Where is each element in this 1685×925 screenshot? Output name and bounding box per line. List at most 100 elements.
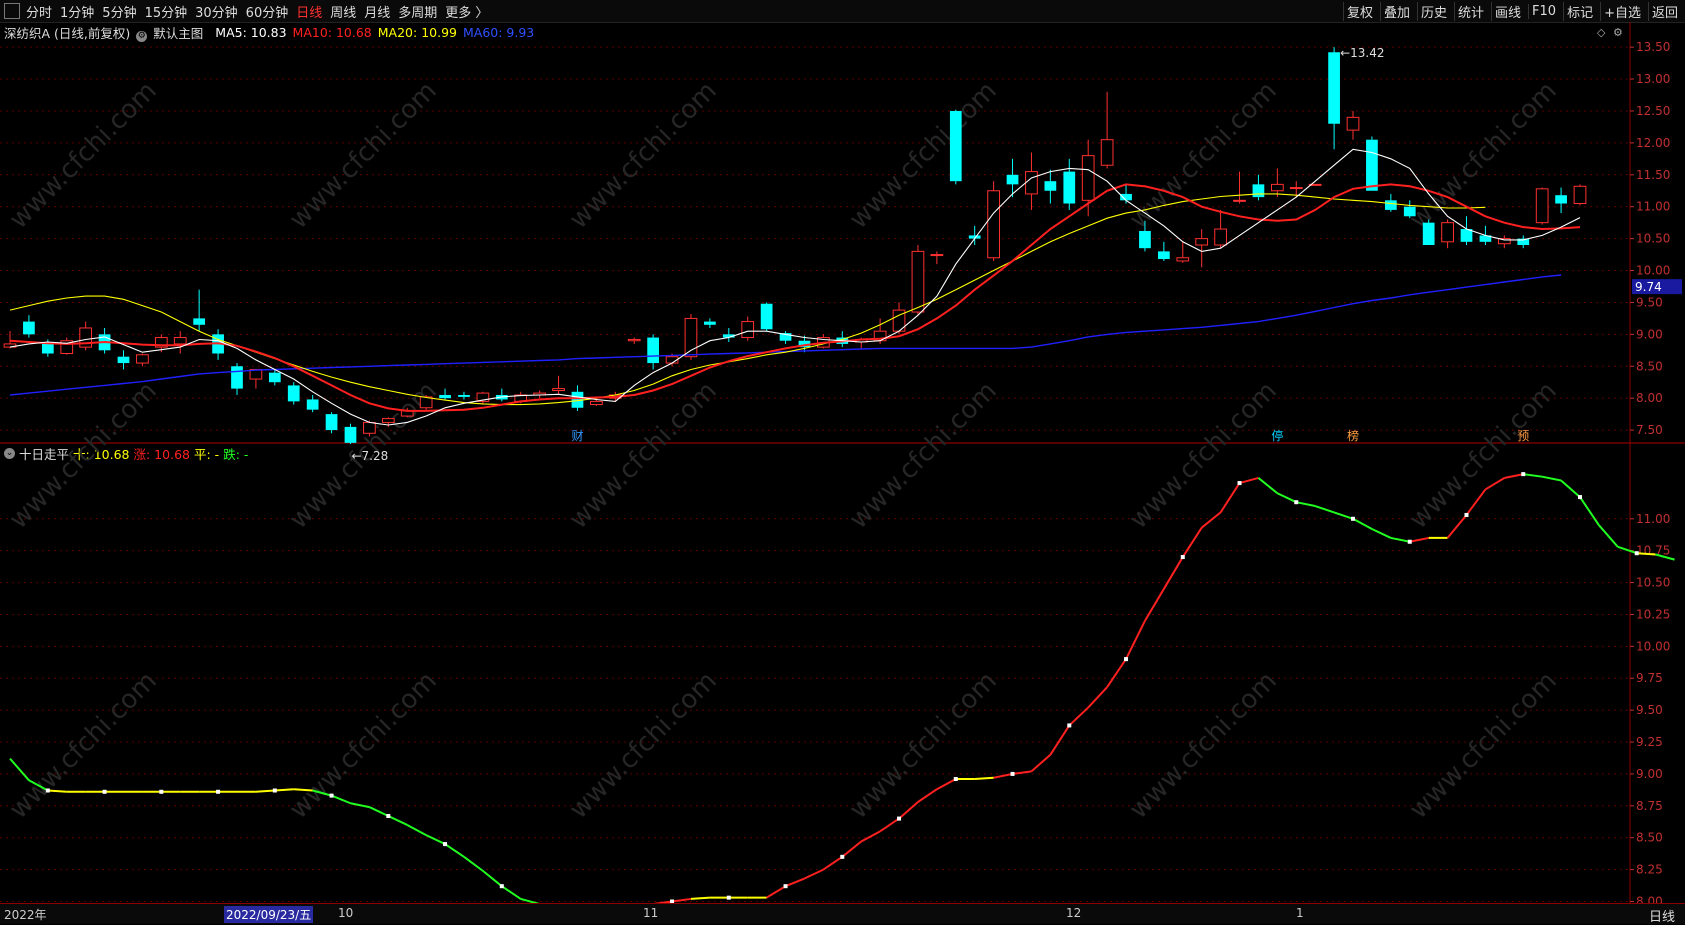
price-tick-label: 9.00 xyxy=(1636,327,1663,341)
watermark-text: www.cfchi.com xyxy=(284,666,443,825)
sub-segment xyxy=(1579,496,1600,526)
sub-segment xyxy=(1371,528,1392,539)
sub-segment xyxy=(1106,658,1127,688)
sub-segment xyxy=(1636,552,1656,556)
candle-body xyxy=(1120,193,1132,201)
sub-segment xyxy=(1504,473,1524,479)
candle-body xyxy=(173,337,187,345)
sub-tick-label: 9.75 xyxy=(1636,671,1663,685)
year-label: 2022年 xyxy=(4,908,47,922)
kline-chart[interactable]: 13.50 13.00 12.50 12.00 11.50 11.00 10.50 10.00… xyxy=(0,0,1685,903)
event-marker: 榜 xyxy=(1347,428,1359,443)
sub-tick-label: 10.25 xyxy=(1636,607,1670,621)
sub-segment xyxy=(804,868,824,880)
sub-segment xyxy=(860,830,881,843)
sub-segment xyxy=(425,834,446,845)
month-label: 10 xyxy=(338,906,354,920)
candle-body xyxy=(627,338,641,342)
candle-body xyxy=(1573,185,1587,205)
candle-body xyxy=(136,354,149,364)
sub-segment xyxy=(1352,517,1373,530)
sub-segment xyxy=(1484,477,1505,491)
sub-segment xyxy=(917,788,938,803)
sub-segment xyxy=(1296,501,1316,508)
sub-point xyxy=(1634,551,1639,556)
sub-segment xyxy=(1390,536,1410,543)
sub-tick-label: 10.00 xyxy=(1636,639,1670,653)
price-tick-label: 13.50 xyxy=(1636,40,1670,54)
sub-segment xyxy=(1162,556,1184,590)
sub-segment xyxy=(1087,686,1108,709)
sub-tick-label: 10.50 xyxy=(1636,576,1670,590)
sub-segment xyxy=(1314,505,1335,514)
sub-segment xyxy=(47,789,67,793)
price-tick-label: 10.00 xyxy=(1636,264,1670,278)
candle-body xyxy=(1289,187,1303,190)
sub-segment xyxy=(1409,536,1429,543)
candle-body xyxy=(117,356,130,364)
candle-body xyxy=(1384,200,1397,210)
sub-point xyxy=(840,854,845,859)
sub-segment xyxy=(1523,473,1543,478)
candle-body xyxy=(193,318,206,325)
sub-segment xyxy=(1541,475,1562,482)
sub-segment xyxy=(1068,706,1089,727)
sub-segment xyxy=(274,788,294,792)
sub-segment xyxy=(993,772,1013,779)
sub-segment xyxy=(690,896,710,900)
candle-body xyxy=(930,254,944,257)
sub-tick-label: 11.00 xyxy=(1636,512,1670,526)
watermark-text: www.cfchi.com xyxy=(1404,376,1563,535)
candle-body xyxy=(306,399,319,410)
candle-body xyxy=(1214,228,1227,246)
sub-segment xyxy=(463,856,484,872)
candle-body xyxy=(458,394,470,397)
sub-segment xyxy=(501,885,522,900)
sub-point xyxy=(329,793,334,798)
sub-segment xyxy=(1201,511,1222,529)
sub-point xyxy=(783,884,788,889)
sub-point xyxy=(1407,539,1412,544)
candle-body xyxy=(1403,206,1416,217)
watermark-text: www.cfchi.com xyxy=(4,666,163,825)
sub-segment xyxy=(1030,754,1052,773)
event-marker: 财 xyxy=(571,429,583,443)
low-annotation: ←7.28 xyxy=(351,449,388,463)
sub-point xyxy=(897,816,902,821)
candle-body xyxy=(1346,116,1360,131)
price-tick-label: 11.50 xyxy=(1636,168,1670,182)
month-label: 1 xyxy=(1296,906,1304,920)
sub-segment xyxy=(1276,492,1297,504)
period-indicator[interactable]: 日线 xyxy=(1649,906,1675,925)
candle-body xyxy=(231,366,243,389)
sub-point xyxy=(443,842,448,847)
sub-segment xyxy=(368,806,389,817)
sub-segment xyxy=(1181,527,1203,558)
candle-body xyxy=(268,372,281,383)
sub-segment xyxy=(1125,620,1146,660)
sub-point xyxy=(1067,723,1072,728)
sub-segment xyxy=(350,802,370,809)
price-tick-label: 9.50 xyxy=(1636,295,1663,309)
candle-body xyxy=(363,421,376,434)
sub-tick-label: 8.00 xyxy=(1636,894,1663,903)
sub-point xyxy=(1124,657,1129,662)
candle-body xyxy=(1233,199,1246,202)
sub-point xyxy=(499,884,504,889)
sub-tick-label: 9.50 xyxy=(1636,703,1663,717)
high-annotation: ←13.42 xyxy=(1340,46,1384,60)
sub-tick-label: 8.75 xyxy=(1636,799,1663,813)
price-tick-label: 8.50 xyxy=(1636,359,1663,373)
watermark-text: www.cfchi.com xyxy=(844,376,1003,535)
watermark-text: www.cfchi.com xyxy=(4,376,163,535)
candle-body xyxy=(1139,230,1151,249)
candle-body xyxy=(1006,174,1019,185)
sub-tick-label: 8.50 xyxy=(1636,831,1663,845)
candle-body xyxy=(647,337,659,364)
ma10-line xyxy=(9,183,1581,412)
sub-segment xyxy=(1560,479,1581,498)
sub-segment xyxy=(387,815,408,826)
price-tick-label: 7.50 xyxy=(1636,423,1663,437)
sub-segment xyxy=(936,778,957,791)
sub-segment xyxy=(1333,511,1354,520)
